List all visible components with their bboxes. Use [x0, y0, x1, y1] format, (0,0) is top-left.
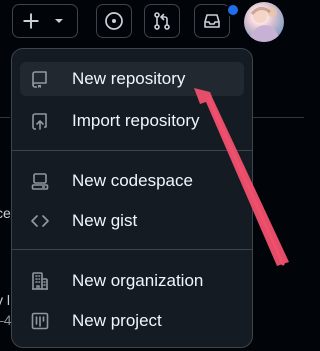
background-divider — [0, 117, 10, 118]
issue-opened-icon — [104, 11, 124, 31]
avatar-image — [248, 7, 280, 42]
menu-item-label: New codespace — [72, 171, 193, 190]
menu-item-label: New organization — [72, 271, 204, 290]
pull-requests-button[interactable] — [144, 4, 180, 38]
menu-item-label: New project — [72, 311, 162, 330]
plus-icon — [22, 12, 40, 30]
menu-item-new-codespace[interactable]: New codespace — [20, 164, 244, 198]
menu-item-new-gist[interactable]: New gist — [20, 204, 244, 238]
repo-push-icon — [30, 111, 50, 131]
menu-divider — [12, 249, 252, 250]
codespaces-icon — [30, 171, 50, 191]
menu-item-label: Import repository — [72, 111, 200, 130]
create-new-button[interactable] — [12, 4, 78, 38]
triangle-down-icon — [53, 15, 65, 27]
repo-icon — [30, 69, 50, 89]
code-icon — [30, 211, 50, 231]
create-new-dropdown-menu: New repository Import repository New cod… — [11, 48, 253, 348]
menu-item-label: New repository — [72, 69, 186, 88]
screen: ce y l –4 — [0, 0, 304, 351]
menu-item-new-organization[interactable]: New organization — [20, 264, 244, 298]
git-pull-request-icon — [152, 11, 172, 31]
inbox-icon — [202, 11, 222, 31]
background-divider — [253, 117, 304, 118]
menu-item-import-repository[interactable]: Import repository — [20, 104, 244, 138]
project-icon — [30, 311, 50, 331]
background-text: ce — [0, 205, 11, 221]
menu-item-label: New gist — [72, 211, 138, 230]
background-text: y l — [0, 292, 10, 308]
unread-notification-indicator — [226, 3, 240, 17]
issues-button[interactable] — [96, 4, 132, 38]
menu-item-new-project[interactable]: New project — [20, 304, 244, 338]
inbox-button[interactable] — [194, 4, 230, 38]
background-text: –4 — [0, 312, 12, 328]
user-avatar[interactable] — [244, 2, 284, 42]
menu-item-new-repository[interactable]: New repository — [20, 62, 244, 96]
menu-divider — [12, 150, 252, 151]
organization-icon — [30, 271, 50, 291]
